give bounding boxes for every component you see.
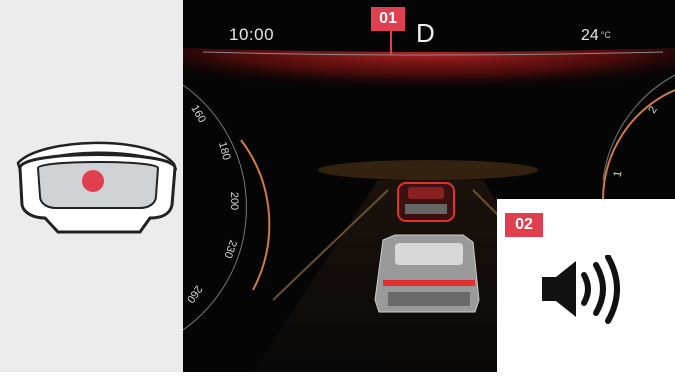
temperature-value: 24 (581, 27, 599, 44)
callout-badge-02: 02 (505, 213, 543, 237)
callout-badge-01: 01 (371, 7, 405, 31)
illustration: 10:00 D 24 °C 160 180 200 230 260 1 2 01 … (0, 0, 675, 372)
temperature-unit: °C (600, 30, 611, 40)
temperature-display: 24 °C (581, 27, 611, 45)
location-dot (82, 170, 104, 192)
speed-tick-label: 200 (228, 191, 241, 211)
speaker-volume-icon (542, 255, 620, 324)
gear-indicator: D (416, 18, 435, 48)
instrument-cluster-icon (16, 141, 179, 234)
own-vehicle (374, 234, 480, 313)
cluster-location-panel (0, 0, 183, 372)
lead-vehicle (397, 182, 455, 222)
clock-display: 10:00 (229, 25, 275, 44)
